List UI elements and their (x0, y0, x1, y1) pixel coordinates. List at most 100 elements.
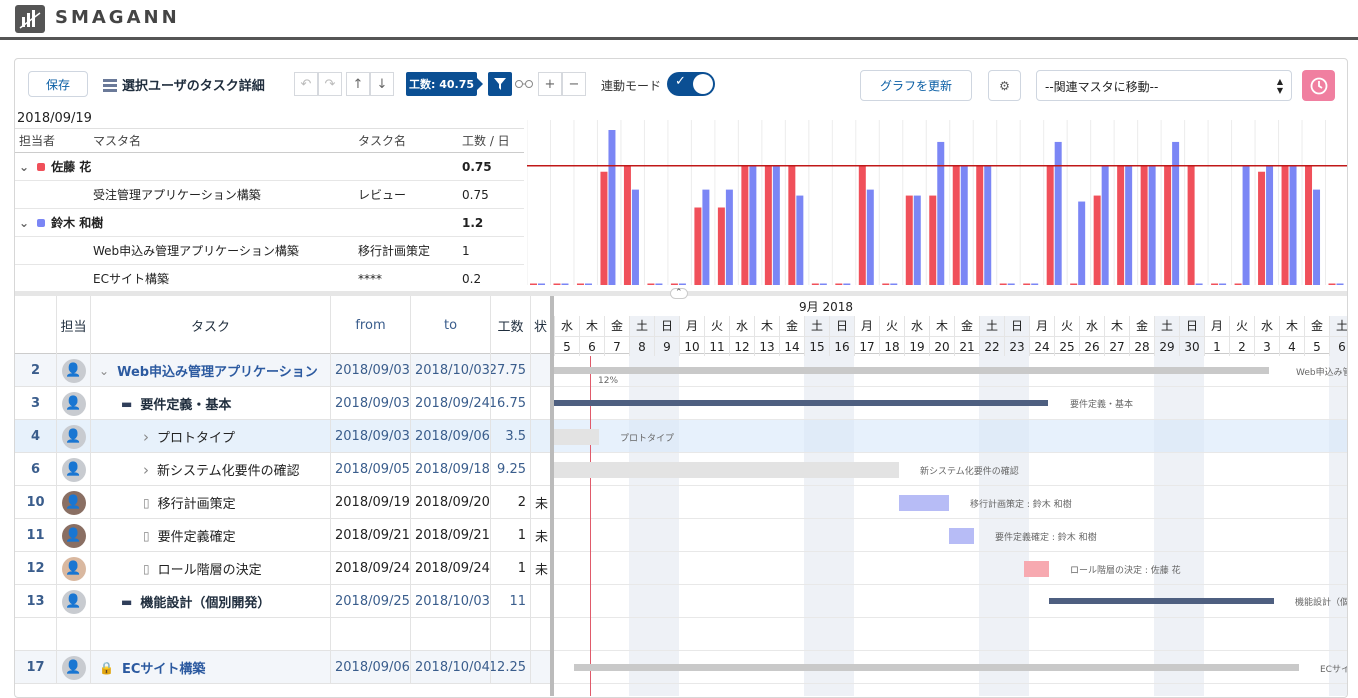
day-number: 1 (1205, 336, 1229, 356)
task-row[interactable]: 4 👤 › プロトタイプ 2018/09/03 2018/09/06 3.5 (15, 420, 551, 453)
task-row[interactable]: 17 👤 🔒 ECサイト構築 2018/09/06 2018/10/04 12.25 (15, 651, 551, 684)
col-header-tanto[interactable]: 担当 (57, 296, 91, 354)
folder-icon: ▬ (121, 594, 133, 609)
weekday: 土 (1335, 319, 1348, 333)
chart-bar (819, 283, 827, 285)
chevron-right-icon[interactable]: › (143, 461, 149, 479)
day-number: 16 (830, 336, 854, 356)
kosu-value: 9.25 (497, 462, 526, 477)
gantt-bar[interactable] (554, 400, 1048, 406)
zoom-in-button[interactable]: + (538, 72, 562, 96)
avatar[interactable]: 👤 (61, 358, 86, 383)
weekday: 金 (1135, 319, 1148, 333)
col-header-from[interactable]: from (331, 296, 411, 354)
chart-bar (725, 189, 733, 285)
master-name: ECサイト構築 (89, 264, 354, 293)
gantt-day-header: 水 12 (729, 316, 754, 356)
gantt-day-header: 土 29 (1154, 316, 1179, 356)
move-down-button[interactable]: ↓ (370, 72, 394, 96)
task-name: 移行計画策定 (157, 497, 236, 512)
task-name: ECサイト構築 (121, 662, 206, 677)
gantt-day-header: 火 25 (1054, 316, 1079, 356)
avatar[interactable]: 👤 (61, 391, 86, 416)
task-row[interactable]: 11 👤 ▯ 要件定義確定 2018/09/21 2018/09/21 1 未 (15, 519, 551, 552)
chevron-down-icon[interactable]: ⌄ (99, 364, 109, 378)
chart-bar (538, 283, 545, 285)
col-header-jo[interactable]: 状 (531, 296, 551, 354)
undo-icon[interactable]: ↶ (294, 72, 318, 96)
gantt-day-header: 土8 (629, 316, 654, 356)
chevron-down-icon[interactable]: ⌄ (19, 216, 29, 230)
settings-gear-icon[interactable]: ⚙ (988, 70, 1021, 101)
task-row[interactable] (15, 618, 551, 651)
filter-icon[interactable] (488, 72, 512, 96)
gantt-day-header: 水3 (1254, 316, 1279, 356)
task-name: レビュー (354, 180, 458, 209)
task-row[interactable]: 6 👤 › 新システム化要件の確認 2018/09/05 2018/09/18 9.25 (15, 453, 551, 486)
chevron-right-icon[interactable]: › (143, 428, 149, 446)
avatar[interactable]: 👤 (61, 424, 86, 449)
gantt-bar[interactable] (554, 462, 899, 478)
gantt-bar[interactable] (1049, 598, 1274, 604)
task-row[interactable]: 10 👤 ▯ 移行計画策定 2018/09/19 2018/09/20 2 未 (15, 486, 551, 519)
task-row[interactable]: 2 👤 ⌄ Web申込み管理アプリケーション 2018/09/03 2018/10/03 2… (15, 354, 551, 387)
gantt-day-header: 金5 (1304, 316, 1329, 356)
col-header-task[interactable]: タスク (91, 296, 331, 354)
save-button[interactable]: 保存 (28, 71, 88, 97)
task-row[interactable]: 13 👤 ▬ 機能設計（個別開発） 2018/09/25 2018/10/03 11 (15, 585, 551, 618)
related-master-select[interactable]: --関連マスタに移動-- ▲ ▼ (1036, 70, 1292, 101)
chevron-down-icon[interactable]: ⌄ (19, 160, 29, 174)
task-name: 新システム化要件の確認 (157, 464, 300, 479)
kosu-value: 3.5 (505, 429, 526, 444)
col-header-kosu[interactable]: 工数 (491, 296, 531, 354)
day-number: 22 (980, 336, 1004, 356)
from-value: 2018/09/03 (335, 396, 410, 411)
weekday: 金 (785, 319, 798, 333)
row-number: 6 (30, 462, 41, 477)
avatar[interactable]: 👤 (61, 523, 86, 548)
gantt-bar[interactable] (574, 664, 1299, 671)
summary-group-row[interactable]: ⌄ 佐藤 花 0.75 (15, 152, 524, 181)
gantt-bar[interactable] (899, 495, 949, 511)
update-graph-button[interactable]: グラフを更新 (860, 70, 972, 101)
day-number: 28 (1130, 336, 1154, 356)
chart-bar (929, 195, 937, 285)
gantt-bar[interactable] (1024, 561, 1049, 577)
avatar[interactable]: 👤 (61, 655, 86, 680)
move-up-button[interactable]: ↑ (346, 72, 370, 96)
gantt-bar[interactable] (554, 367, 1269, 374)
gantt-bar[interactable] (554, 429, 599, 445)
chart-bar (905, 195, 913, 285)
gantt-bar[interactable] (949, 528, 974, 544)
avatar[interactable]: 👤 (61, 457, 86, 482)
glasses-icon[interactable] (512, 72, 536, 96)
grid-header: 担当 タスク from to 工数状 (15, 296, 551, 354)
from-value: 2018/09/21 (335, 528, 410, 543)
gantt-bar-label: 要件定義・基本 (1070, 400, 1134, 410)
redo-icon[interactable]: ↷ (318, 72, 342, 96)
col-header-to[interactable]: to (411, 296, 491, 354)
sync-mode-toggle[interactable]: ✓ (667, 72, 715, 96)
task-row[interactable]: 3 👤 ▬ 要件定義・基本 2018/09/03 2018/09/24 16.75 (15, 387, 551, 420)
gantt-row-line (554, 551, 1347, 552)
zoom-out-button[interactable]: − (562, 72, 586, 96)
gantt-day-header: 水 19 (904, 316, 929, 356)
task-name: 機能設計（個別開発） (140, 596, 271, 611)
file-icon: ▯ (143, 561, 150, 576)
assignee-name: 鈴木 和樹 (51, 216, 104, 230)
weekday: 日 (1185, 319, 1198, 333)
gantt-bar-label: プロトタイプ (620, 434, 675, 444)
chart-bar (1266, 165, 1274, 285)
col-header-num[interactable] (15, 296, 57, 354)
avatar[interactable]: 👤 (61, 556, 86, 581)
day-number: 19 (905, 336, 929, 356)
gantt-day-header: 木6 (579, 316, 604, 356)
gantt-row-line (554, 485, 1347, 486)
summary-group-row[interactable]: ⌄ 鈴木 和樹 1.2 (15, 208, 524, 237)
avatar[interactable]: 👤 (61, 490, 86, 515)
gantt-day-header: 日 30 (1179, 316, 1204, 356)
avatar[interactable]: 👤 (61, 589, 86, 614)
chart-bar (984, 165, 992, 285)
task-row[interactable]: 12 👤 ▯ ロール階層の決定 2018/09/24 2018/09/24 1 未 (15, 552, 551, 585)
clock-icon[interactable] (1302, 70, 1335, 101)
